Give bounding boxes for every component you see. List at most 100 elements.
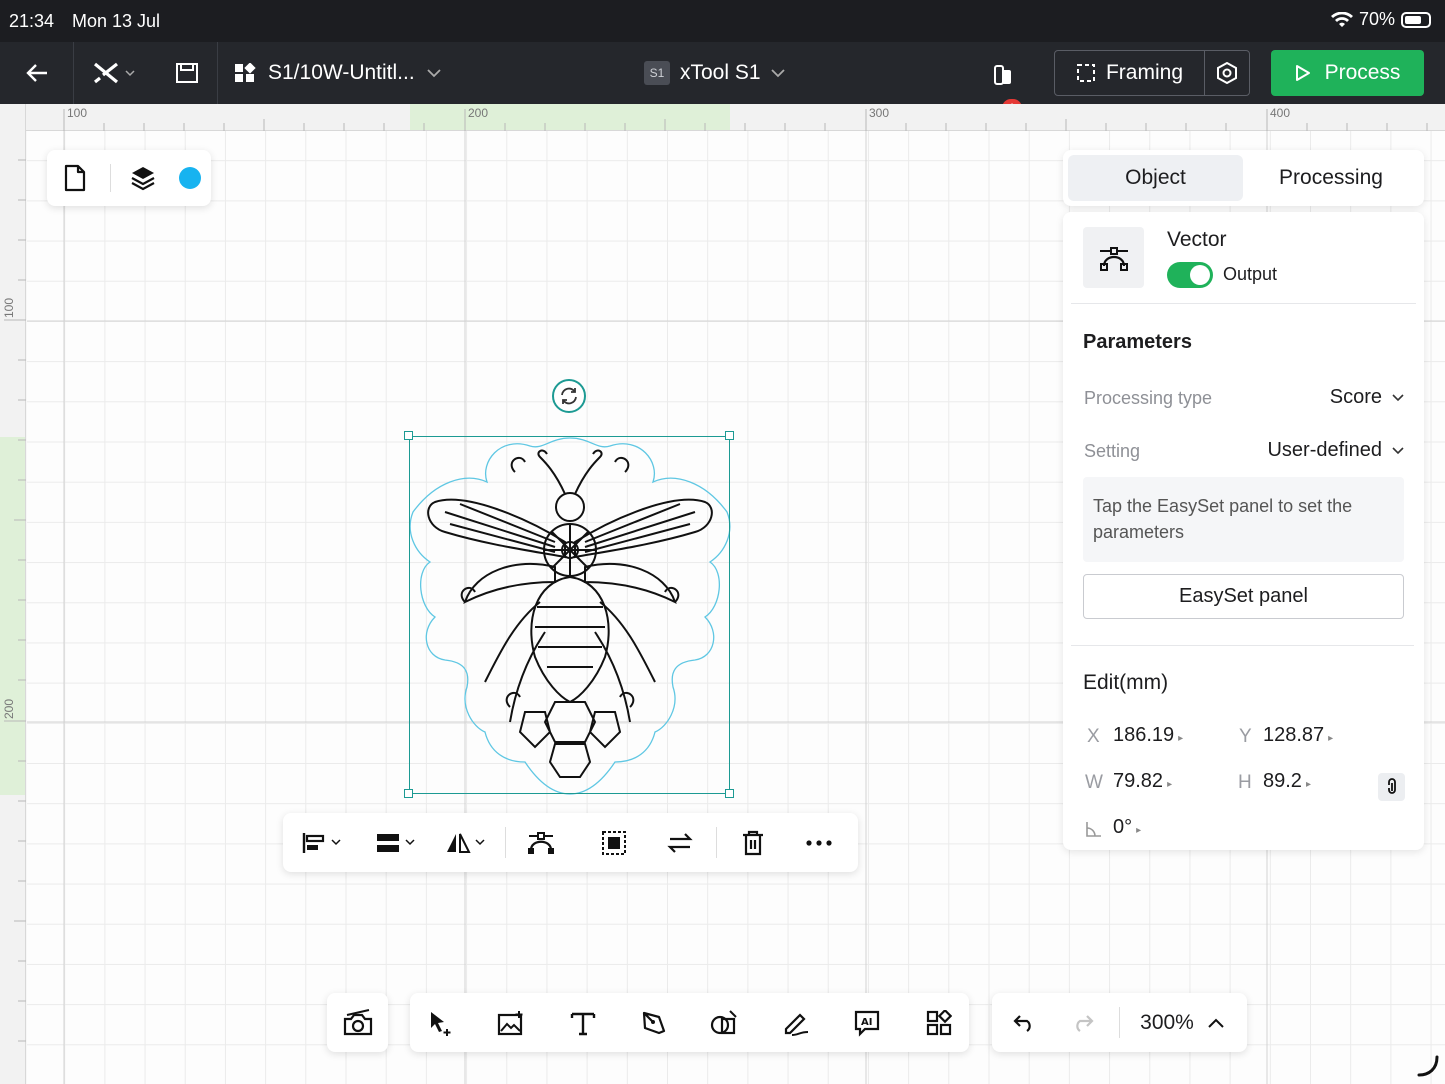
select-tool[interactable] — [418, 993, 462, 1052]
x-label: X — [1087, 726, 1100, 747]
draw-icon — [784, 1012, 809, 1036]
home-gesture-indicator — [1417, 1055, 1439, 1077]
process-label: Process — [1324, 61, 1401, 84]
resize-handle-top-right[interactable] — [725, 431, 734, 440]
save-icon — [176, 63, 198, 83]
y-input[interactable]: 128.87 ▸ — [1263, 724, 1333, 747]
resize-handle-bottom-left[interactable] — [404, 789, 413, 798]
ruler-top-label: 400 — [1270, 106, 1291, 120]
save-button[interactable] — [170, 42, 204, 104]
status-date: Mon 13 Jul — [72, 11, 161, 31]
play-icon — [1295, 65, 1310, 81]
text-icon — [570, 1012, 596, 1035]
shortcut-button[interactable] — [986, 42, 1020, 104]
rotate-icon — [561, 387, 577, 405]
shapes-icon — [710, 1009, 737, 1034]
lock-ratio-button[interactable] — [1378, 773, 1405, 801]
layers-icon — [131, 167, 155, 191]
layer-color-button[interactable] — [179, 167, 201, 189]
battery-icon — [1401, 11, 1431, 28]
h-label: H — [1238, 772, 1252, 793]
layer-color-dot — [179, 167, 201, 189]
tab-object[interactable]: Object — [1068, 155, 1243, 201]
setting-value: User-defined — [1267, 439, 1382, 461]
processing-type-select[interactable]: Score — [1330, 386, 1404, 409]
rotation-input[interactable]: 0° ▸ — [1113, 816, 1141, 839]
process-button[interactable]: Process — [1271, 50, 1424, 96]
tab-processing[interactable]: Processing — [1243, 155, 1419, 201]
replace-button[interactable] — [658, 813, 702, 872]
project-selector[interactable]: S1/10W-Untitl... — [234, 42, 454, 104]
redo-button[interactable] — [1061, 993, 1105, 1052]
framing-icon — [1076, 64, 1095, 82]
shapes-tool[interactable] — [702, 993, 746, 1052]
panel-tabs: Object Processing — [1063, 150, 1424, 206]
action-bar-divider — [716, 827, 717, 858]
status-time: 21:34 — [9, 11, 55, 31]
setting-select[interactable]: User-defined — [1267, 439, 1404, 462]
align-button[interactable] — [295, 813, 347, 872]
processing-type-label: Processing type — [1084, 388, 1213, 408]
chevron-down-icon — [331, 839, 341, 846]
ruler-top: 100 200 300 400 — [26, 104, 1445, 131]
camera-icon — [343, 1008, 372, 1035]
undo-icon — [1013, 1014, 1031, 1032]
resize-handle-top-left[interactable] — [404, 431, 413, 440]
ruler-top-label: 100 — [67, 106, 88, 120]
status-bar: 21:34 Mon 13 Jul 70% — [0, 0, 1445, 42]
h-input[interactable]: 89.2 ▸ — [1263, 770, 1311, 793]
file-button[interactable] — [63, 164, 87, 197]
w-input[interactable]: 79.82 ▸ — [1113, 770, 1172, 793]
easyset-panel-button[interactable]: EasySet panel — [1083, 574, 1404, 619]
rotate-handle[interactable] — [552, 379, 586, 413]
draw-tool[interactable] — [774, 993, 818, 1052]
easyset-hint: Tap the EasySet panel to set the paramet… — [1083, 477, 1404, 562]
device-selector[interactable]: S1 xTool S1 — [644, 42, 794, 104]
flip-icon — [447, 833, 471, 853]
undo-button[interactable] — [1002, 993, 1046, 1052]
more-button[interactable] — [797, 813, 841, 872]
xtool-menu-button[interactable] — [86, 42, 142, 104]
vector-edit-button[interactable] — [519, 813, 563, 872]
delete-button[interactable] — [731, 813, 775, 872]
toolbar-divider — [217, 42, 218, 104]
pen-tool[interactable] — [632, 993, 676, 1052]
object-properties-panel: Vector Output Parameters Processing type… — [1063, 212, 1424, 850]
chevron-down-icon — [405, 839, 415, 846]
lock-ratio-icon — [1387, 778, 1396, 794]
vector-edit-icon — [528, 831, 554, 854]
distribute-button[interactable] — [369, 813, 421, 872]
layer-panel-divider — [110, 164, 111, 192]
output-toggle[interactable] — [1167, 262, 1213, 288]
framing-settings-button[interactable] — [1205, 51, 1249, 95]
svg-text:AI: AI — [861, 1017, 872, 1028]
back-button[interactable] — [14, 42, 60, 104]
framing-button[interactable]: Framing — [1055, 51, 1205, 95]
group-button[interactable] — [592, 813, 636, 872]
zoom-control[interactable]: 300% — [1132, 993, 1232, 1052]
templates-tool[interactable] — [917, 993, 961, 1052]
framing-button-group: Framing — [1054, 50, 1250, 96]
ai-tool[interactable]: AI — [845, 993, 889, 1052]
status-right: 70% — [1330, 9, 1431, 30]
ruler-left-label: 100 — [2, 297, 16, 318]
flip-button[interactable] — [439, 813, 491, 872]
layers-button[interactable] — [130, 165, 156, 196]
file-icon — [64, 164, 86, 192]
back-arrow-icon — [26, 64, 47, 82]
resize-handle-bottom-right[interactable] — [725, 789, 734, 798]
camera-button[interactable] — [327, 993, 388, 1052]
history-zoom-bar: 300% — [992, 993, 1247, 1052]
zoom-value: 300% — [1140, 1010, 1194, 1034]
h-value: 89.2 — [1263, 770, 1302, 792]
layer-panel — [47, 150, 211, 206]
image-tool[interactable] — [489, 993, 533, 1052]
x-input[interactable]: 186.19 ▸ — [1113, 724, 1183, 747]
object-type-label: Vector — [1167, 228, 1227, 251]
redo-icon — [1076, 1014, 1094, 1032]
ruler-top-label: 200 — [468, 106, 489, 120]
chevron-up-icon — [1208, 1018, 1224, 1028]
y-label: Y — [1239, 726, 1252, 747]
text-tool[interactable] — [561, 993, 605, 1052]
ruler-left: 100 200 — [0, 104, 26, 1084]
